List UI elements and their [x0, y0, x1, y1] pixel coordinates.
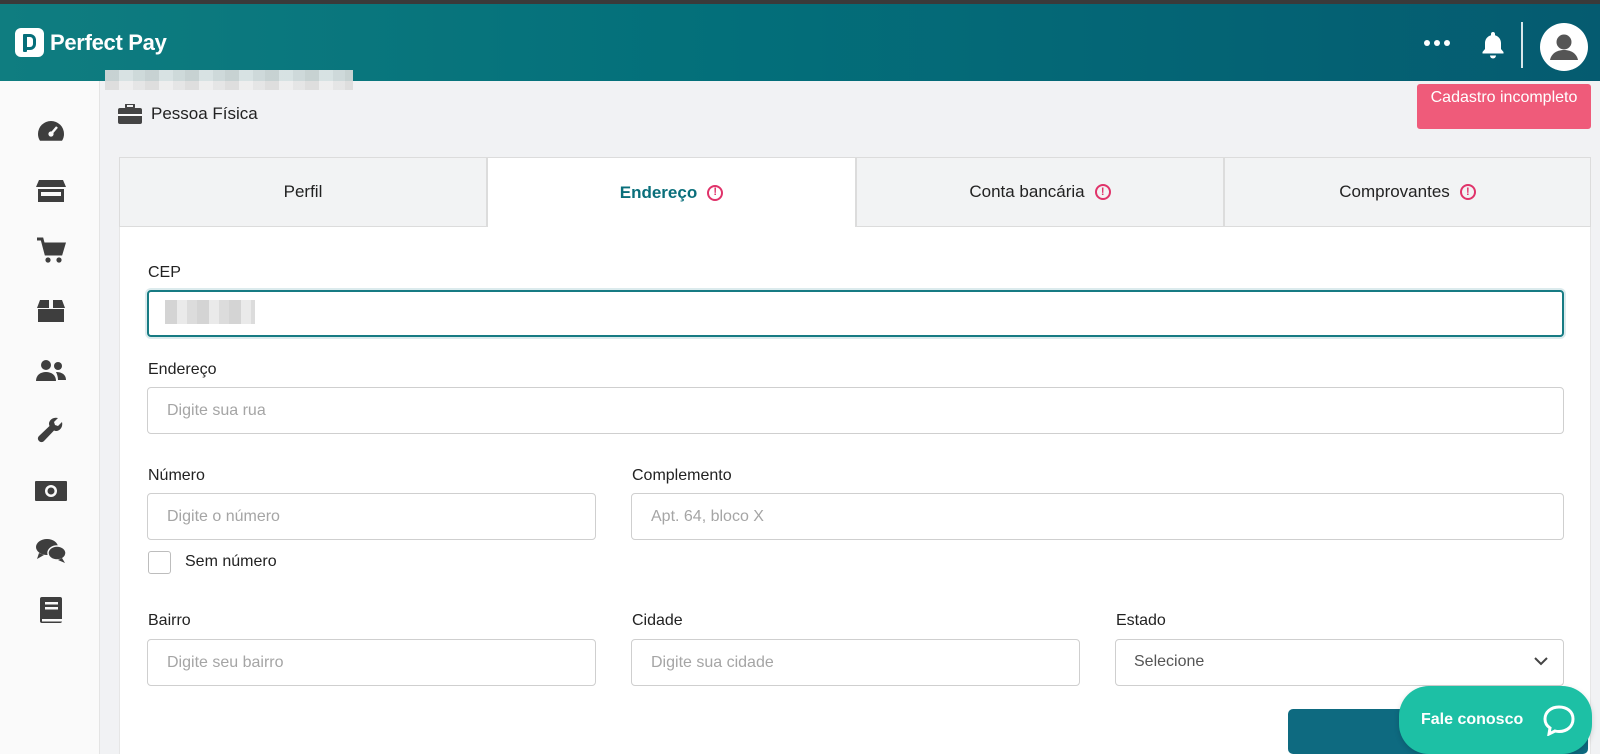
- chat-icon[interactable]: [35, 535, 67, 567]
- tab-label: Comprovantes: [1339, 182, 1450, 201]
- cep-input[interactable]: [147, 290, 1564, 337]
- estado-label: Estado: [1116, 612, 1166, 629]
- chat-bubble-icon: [1543, 705, 1575, 736]
- store-icon[interactable]: [35, 175, 67, 207]
- tab-bar: Perfil Endereço ! Conta bancária ! Compr…: [119, 157, 1591, 227]
- warning-icon: !: [707, 184, 724, 201]
- header-divider: [1521, 22, 1523, 68]
- warning-icon: !: [1459, 184, 1476, 200]
- numero-label: Número: [148, 467, 205, 484]
- cep-blurred-value: [165, 300, 255, 324]
- tab-label: Conta bancária: [969, 182, 1085, 201]
- complemento-input[interactable]: [631, 493, 1564, 540]
- brand-name: Perfect Pay: [50, 29, 167, 55]
- chat-widget-label: Fale conosco: [1421, 711, 1524, 728]
- status-badge: Cadastro incompleto: [1417, 84, 1591, 129]
- more-dots-icon[interactable]: [1424, 40, 1450, 46]
- tab-conta-bancaria[interactable]: Conta bancária !: [856, 157, 1224, 227]
- estado-selected-value: Selecione: [1134, 653, 1205, 670]
- wrench-icon[interactable]: [35, 415, 67, 447]
- tab-comprovantes[interactable]: Comprovantes !: [1224, 157, 1591, 227]
- blurred-username: [105, 70, 353, 90]
- tab-endereco[interactable]: Endereço !: [487, 157, 856, 227]
- users-icon[interactable]: [35, 355, 67, 387]
- sidebar: [0, 81, 100, 754]
- tab-label: Perfil: [283, 182, 323, 201]
- warning-icon: !: [1094, 184, 1111, 200]
- account-type-label: Pessoa Física: [151, 104, 258, 123]
- brand-logo[interactable]: Perfect Pay: [15, 28, 167, 57]
- bairro-input[interactable]: [147, 639, 596, 686]
- chat-widget-button[interactable]: Fale conosco: [1399, 686, 1592, 754]
- endereco-input[interactable]: [147, 387, 1564, 434]
- briefcase-icon: [118, 104, 142, 124]
- cidade-input[interactable]: [631, 639, 1080, 686]
- cart-icon[interactable]: [35, 235, 67, 267]
- estado-select[interactable]: Selecione: [1115, 639, 1564, 686]
- sem-numero-label: Sem número: [185, 553, 277, 570]
- chevron-down-icon: [1534, 657, 1548, 666]
- bairro-label: Bairro: [148, 612, 191, 629]
- perfect-pay-logo-icon: [15, 28, 44, 57]
- book-icon[interactable]: [35, 595, 67, 627]
- endereco-label: Endereço: [148, 361, 217, 378]
- sem-numero-checkbox[interactable]: [148, 551, 171, 574]
- numero-input[interactable]: [147, 493, 596, 540]
- dashboard-gauge-icon[interactable]: [35, 115, 67, 147]
- account-type: Pessoa Física: [118, 104, 258, 124]
- tab-perfil[interactable]: Perfil: [119, 157, 487, 227]
- box-icon[interactable]: [35, 295, 67, 327]
- tab-label: Endereço: [619, 182, 698, 202]
- user-avatar-icon[interactable]: [1540, 23, 1588, 71]
- money-icon[interactable]: [35, 475, 67, 507]
- complemento-label: Complemento: [632, 467, 732, 484]
- bell-icon[interactable]: [1480, 30, 1506, 60]
- cidade-label: Cidade: [632, 612, 683, 629]
- cep-label: CEP: [148, 264, 181, 281]
